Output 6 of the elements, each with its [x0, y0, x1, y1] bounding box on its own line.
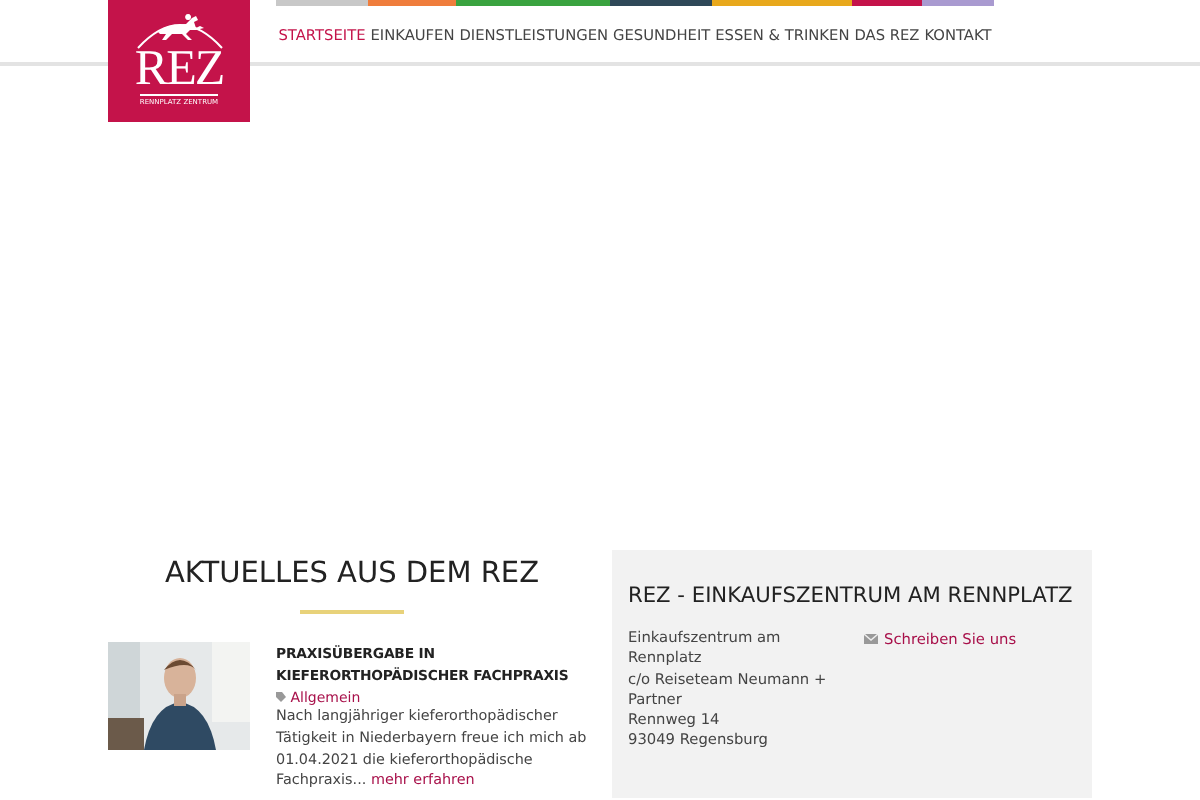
heading-underline [300, 610, 404, 614]
section-heading: AKTUELLES AUS DEM REZ [162, 556, 542, 590]
tag-icon [276, 692, 286, 702]
contact-heading: REZ - EINKAUFSZENTRUM AM RENNPLATZ [628, 584, 1075, 608]
envelope-icon [864, 633, 878, 643]
logo-text: REZ [134, 50, 224, 90]
